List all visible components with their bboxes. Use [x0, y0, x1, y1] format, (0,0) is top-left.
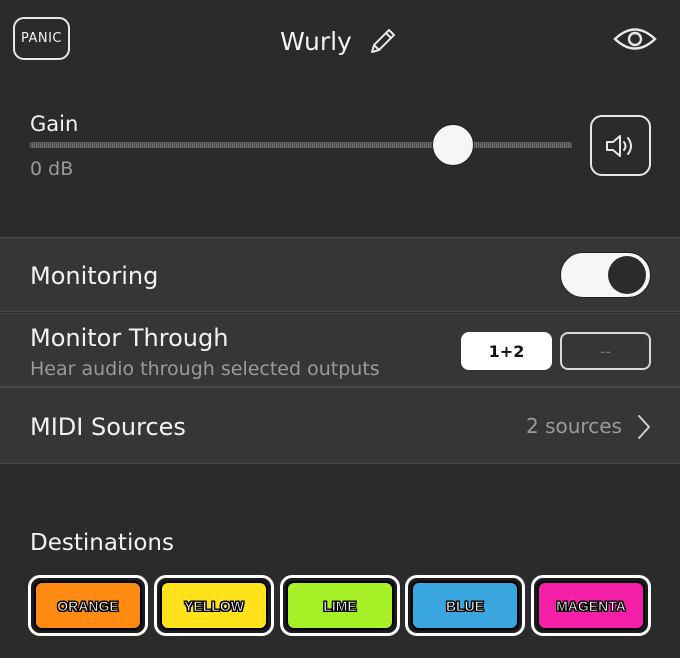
chevron-right-icon — [638, 415, 650, 439]
output-none-button[interactable]: -- — [560, 332, 651, 370]
monitor-through-label: Monitor Through — [30, 324, 229, 352]
title-bar: Wurly — [0, 20, 680, 62]
speaker-icon — [605, 134, 632, 157]
destination-blue[interactable]: BLUE — [405, 575, 525, 636]
destination-label: YELLOW — [160, 581, 268, 630]
midi-sources-row[interactable]: MIDI Sources 2 sources — [0, 387, 680, 464]
gain-slider-track[interactable] — [30, 142, 572, 148]
instrument-title: Wurly — [280, 26, 352, 56]
midi-sources-label: MIDI Sources — [30, 413, 186, 441]
gain-value: 0 dB — [30, 158, 74, 180]
monitoring-row: Monitoring — [0, 237, 680, 312]
monitoring-label: Monitoring — [30, 262, 159, 290]
destination-orange[interactable]: ORANGE — [28, 575, 148, 636]
destination-lime[interactable]: LIME — [280, 575, 400, 636]
monitor-through-row: Monitor Through Hear audio through selec… — [0, 313, 680, 387]
monitoring-toggle[interactable] — [560, 252, 651, 298]
destination-yellow[interactable]: YELLOW — [154, 575, 274, 636]
eye-icon[interactable] — [612, 24, 658, 54]
destination-label: BLUE — [411, 581, 519, 630]
destinations-label: Destinations — [30, 530, 174, 556]
destination-magenta[interactable]: MAGENTA — [531, 575, 651, 636]
gain-slider-thumb[interactable] — [431, 124, 474, 166]
destination-label: LIME — [286, 581, 394, 630]
gain-label: Gain — [30, 112, 79, 136]
midi-sources-count: 2 sources — [526, 414, 622, 438]
pencil-icon[interactable] — [366, 24, 400, 58]
toggle-knob — [608, 256, 646, 294]
output-1-2-button[interactable]: 1+2 — [461, 332, 552, 370]
speaker-button[interactable] — [590, 115, 651, 176]
destination-label: MAGENTA — [537, 581, 645, 630]
monitor-through-subtitle: Hear audio through selected outputs — [30, 358, 380, 380]
destination-label: ORANGE — [34, 581, 142, 630]
